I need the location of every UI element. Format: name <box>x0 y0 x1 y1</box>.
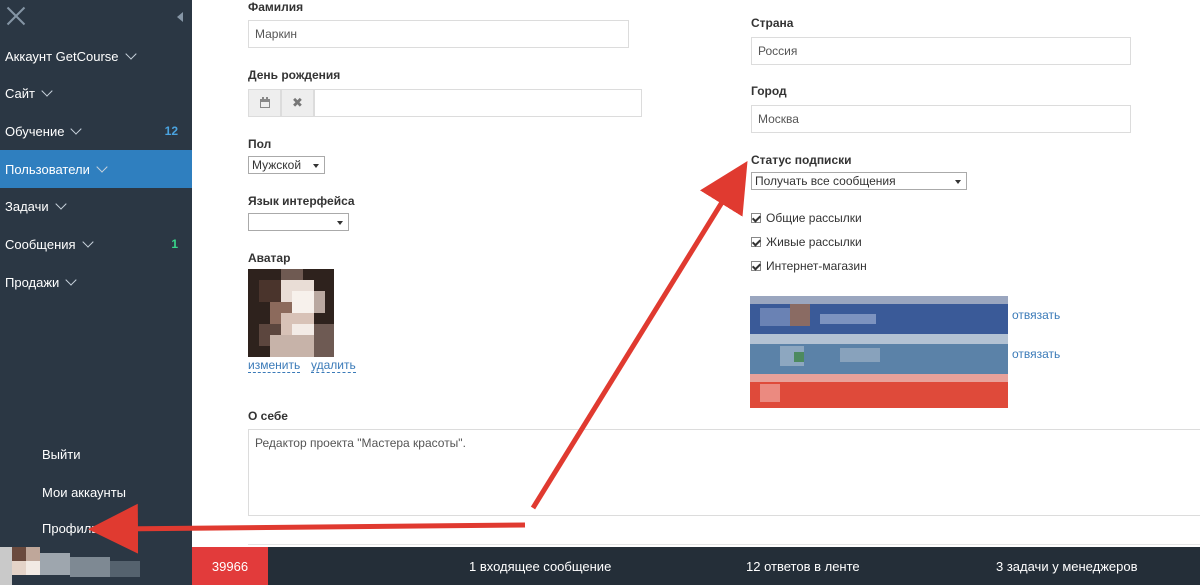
sidebar-badge: 12 <box>164 124 178 138</box>
gender-select-value: Мужской <box>252 158 302 172</box>
sidebar: Аккаунт GetCourse Сайт Обучение 12 Польз… <box>0 0 192 547</box>
subscription-select-value: Получать все сообщения <box>755 174 896 188</box>
sidebar-item-learning[interactable]: Обучение 12 <box>0 112 192 150</box>
checkbox-label: Интернет-магазин <box>766 259 867 273</box>
avatar-image <box>248 269 334 357</box>
social-account-vk <box>750 334 1008 374</box>
logout-link[interactable]: Выйти <box>42 447 81 462</box>
user-avatar[interactable] <box>0 547 192 585</box>
gender-select[interactable]: Мужской <box>248 156 325 174</box>
birthday-label: День рождения <box>248 68 341 82</box>
chevron-down-icon <box>54 197 67 210</box>
avatar-label: Аватар <box>248 251 291 265</box>
chevron-down-icon <box>96 160 108 173</box>
chevron-down-icon <box>81 235 94 248</box>
dropdown-arrow-icon <box>955 180 961 184</box>
social-account-google <box>750 374 1008 408</box>
gender-label: Пол <box>248 137 272 151</box>
checkbox-checked-icon[interactable] <box>751 261 761 271</box>
city-label: Город <box>751 84 787 98</box>
sidebar-item-label: Обучение <box>5 123 65 139</box>
chevron-down-icon <box>41 84 53 97</box>
checkbox-live-mailing[interactable]: Живые рассылки <box>751 235 862 249</box>
subscription-label: Статус подписки <box>751 153 852 167</box>
unlink-facebook-link[interactable]: отвязать <box>1012 308 1060 322</box>
sidebar-item-label: Пользователи <box>5 161 90 177</box>
dropdown-arrow-icon <box>337 221 343 225</box>
city-input[interactable]: Москва <box>751 105 1131 133</box>
subscription-select[interactable]: Получать все сообщения <box>751 172 967 190</box>
sidebar-badge: 1 <box>171 237 178 251</box>
checkbox-webshop[interactable]: Интернет-магазин <box>751 259 867 273</box>
birthday-input[interactable] <box>314 89 642 117</box>
my-accounts-link[interactable]: Мои аккаунты <box>42 485 126 500</box>
feed-replies-link[interactable]: 12 ответов в ленте <box>746 547 860 585</box>
checkbox-label: Общие рассылки <box>766 211 862 225</box>
profile-link[interactable]: Профиль <box>42 521 98 536</box>
dropdown-arrow-icon <box>313 164 319 168</box>
country-input[interactable]: Россия <box>751 37 1131 65</box>
sidebar-item-label: Задачи <box>5 198 49 214</box>
divider <box>248 544 1200 545</box>
last-name-label: Фамилия <box>248 0 304 14</box>
chevron-down-icon <box>124 47 137 60</box>
user-count-badge[interactable]: 39966 <box>192 547 268 585</box>
clear-icon[interactable]: ✖ <box>281 89 314 117</box>
sidebar-item-users[interactable]: Пользователи <box>0 150 192 188</box>
language-label: Язык интерфейса <box>248 194 355 208</box>
about-label: О себе <box>248 409 288 423</box>
checkbox-checked-icon[interactable] <box>751 237 761 247</box>
sidebar-item-account[interactable]: Аккаунт GetCourse <box>0 37 192 75</box>
language-select[interactable] <box>248 213 349 231</box>
unlink-vk-link[interactable]: отвязать <box>1012 347 1060 361</box>
last-name-input[interactable]: Маркин <box>248 20 629 48</box>
sidebar-item-messages[interactable]: Сообщения 1 <box>0 225 192 263</box>
sidebar-item-site[interactable]: Сайт <box>0 74 192 112</box>
chevron-down-icon <box>65 273 77 286</box>
chevron-down-icon <box>70 122 83 135</box>
sidebar-item-label: Сайт <box>5 85 35 101</box>
avatar-delete-link[interactable]: удалить <box>311 358 356 373</box>
social-account-facebook <box>750 296 1008 334</box>
bottom-bar: 39966 1 входящее сообщение 12 ответов в … <box>192 547 1200 585</box>
sidebar-item-label: Сообщения <box>5 236 76 252</box>
calendar-icon[interactable] <box>248 89 281 117</box>
avatar-change-link[interactable]: изменить <box>248 358 301 373</box>
checkbox-checked-icon[interactable] <box>751 213 761 223</box>
about-textarea[interactable]: Редактор проекта "Мастера красоты". <box>248 429 1200 516</box>
sidebar-item-label: Продажи <box>5 274 60 290</box>
sidebar-item-sales[interactable]: Продажи <box>0 263 192 301</box>
sidebar-item-tasks[interactable]: Задачи <box>0 187 192 225</box>
country-label: Страна <box>751 16 794 30</box>
collapse-left-icon[interactable] <box>177 12 183 22</box>
checkbox-label: Живые рассылки <box>766 235 862 249</box>
close-icon[interactable] <box>6 6 26 26</box>
checkbox-general-mailing[interactable]: Общие рассылки <box>751 211 862 225</box>
incoming-messages-link[interactable]: 1 входящее сообщение <box>469 547 611 585</box>
manager-tasks-link[interactable]: 3 задачи у менеджеров <box>996 547 1138 585</box>
sidebar-item-label: Аккаунт GetCourse <box>5 48 119 64</box>
